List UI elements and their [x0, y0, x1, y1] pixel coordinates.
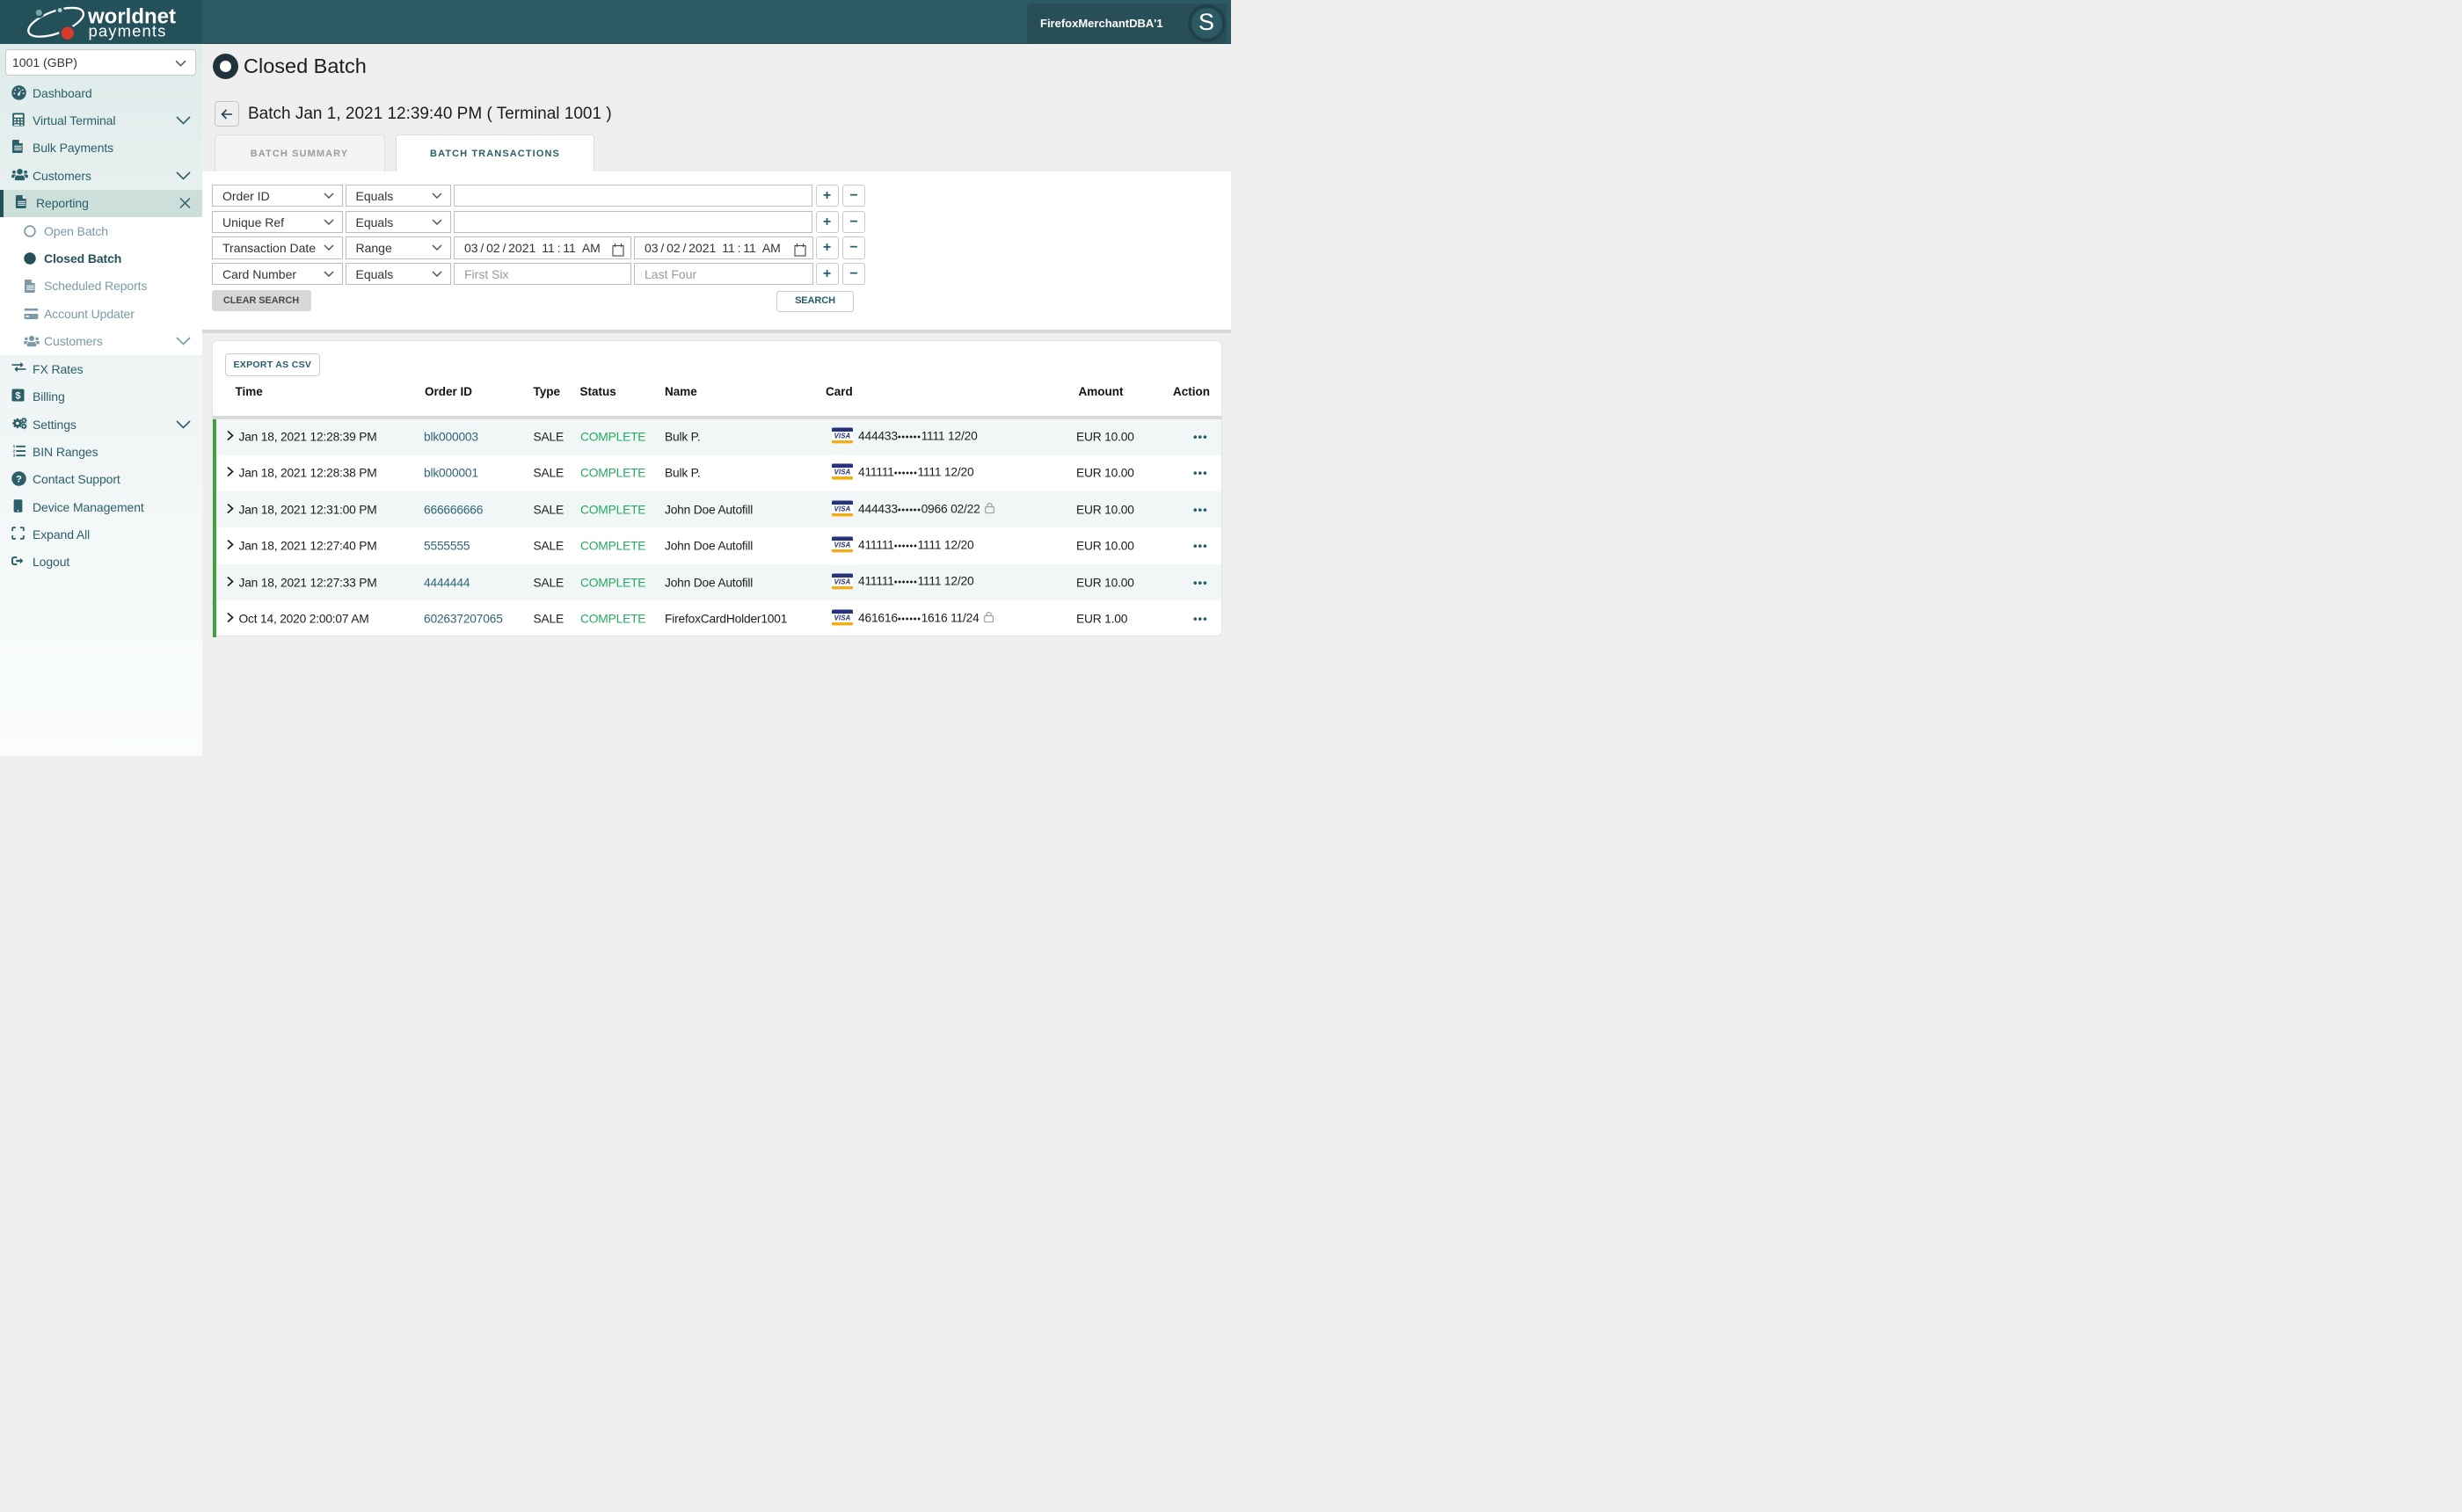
svg-text:VISA: VISA [834, 433, 851, 440]
svg-text:2: 2 [13, 448, 16, 453]
svg-text:VISA: VISA [834, 542, 851, 549]
svg-text:?: ? [16, 475, 22, 485]
svg-text:1: 1 [13, 444, 16, 448]
svg-text:VISA: VISA [834, 505, 851, 513]
svg-text:VISA: VISA [834, 614, 851, 622]
svg-text:payments: payments [89, 22, 167, 40]
svg-text:3: 3 [13, 453, 16, 457]
svg-text:VISA: VISA [834, 578, 851, 585]
svg-text:$: $ [15, 391, 21, 402]
svg-text:VISA: VISA [834, 469, 851, 476]
